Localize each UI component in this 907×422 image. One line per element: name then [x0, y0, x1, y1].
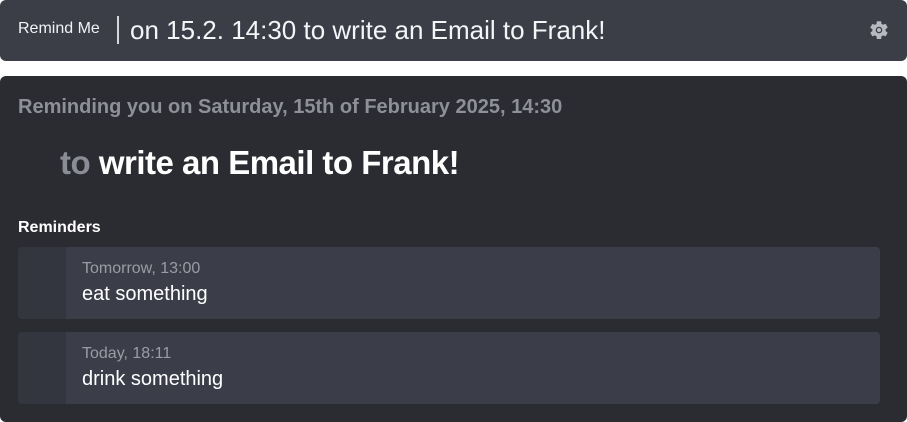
reminder-time: Tomorrow, 13:00 [82, 260, 201, 277]
reminder-strip [18, 247, 66, 319]
reminder-text: drink something [82, 368, 224, 390]
reminders-heading: Reminders [18, 219, 101, 236]
reminder-item[interactable]: Today, 18:11 drink something [18, 332, 880, 404]
task-prefix: to [60, 144, 91, 181]
reminding-date-text: Reminding you on Saturday, 15th of Febru… [18, 96, 563, 118]
reminder-strip [18, 332, 66, 404]
reminder-command-input[interactable] [130, 12, 850, 48]
command-bar: Remind Me [0, 0, 907, 61]
reminder-text: eat something [82, 283, 208, 305]
reminder-time: Today, 18:11 [82, 345, 172, 362]
divider [117, 16, 119, 44]
app-name: Remind Me [18, 20, 100, 37]
reminder-item[interactable]: Tomorrow, 13:00 eat something [18, 247, 880, 319]
reminder-panel: Reminding you on Saturday, 15th of Febru… [0, 76, 907, 422]
task-text: write an Email to Frank! [98, 144, 460, 181]
task-preview: to write an Email to Frank! [60, 144, 460, 182]
gear-icon[interactable] [868, 19, 890, 41]
